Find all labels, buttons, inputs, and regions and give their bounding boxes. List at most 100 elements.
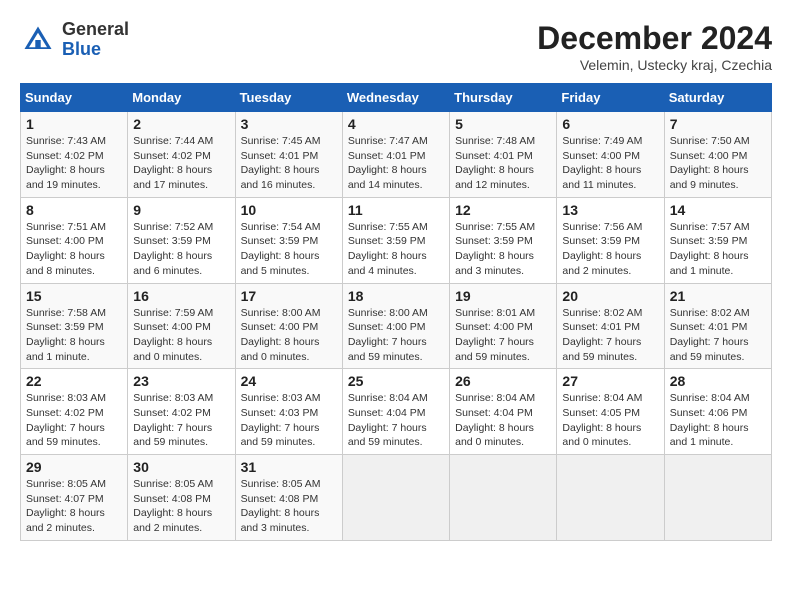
day-detail: Sunrise: 7:45 AM Sunset: 4:01 PM Dayligh… [241, 134, 337, 193]
title-area: December 2024 Velemin, Ustecky kraj, Cze… [537, 20, 772, 73]
day-number: 2 [133, 116, 229, 132]
day-detail: Sunrise: 8:00 AM Sunset: 4:00 PM Dayligh… [348, 306, 444, 365]
day-number: 29 [26, 459, 122, 475]
day-number: 15 [26, 288, 122, 304]
day-number: 22 [26, 373, 122, 389]
day-detail: Sunrise: 7:51 AM Sunset: 4:00 PM Dayligh… [26, 220, 122, 279]
calendar-table: SundayMondayTuesdayWednesdayThursdayFrid… [20, 83, 772, 541]
day-number: 9 [133, 202, 229, 218]
day-detail: Sunrise: 7:48 AM Sunset: 4:01 PM Dayligh… [455, 134, 551, 193]
day-number: 8 [26, 202, 122, 218]
weekday-header-wednesday: Wednesday [342, 84, 449, 112]
calendar-cell: 19 Sunrise: 8:01 AM Sunset: 4:00 PM Dayl… [450, 283, 557, 369]
calendar-week-5: 29 Sunrise: 8:05 AM Sunset: 4:07 PM Dayl… [21, 455, 772, 541]
day-number: 18 [348, 288, 444, 304]
day-detail: Sunrise: 8:05 AM Sunset: 4:07 PM Dayligh… [26, 477, 122, 536]
day-detail: Sunrise: 8:03 AM Sunset: 4:03 PM Dayligh… [241, 391, 337, 450]
day-number: 6 [562, 116, 658, 132]
day-detail: Sunrise: 7:47 AM Sunset: 4:01 PM Dayligh… [348, 134, 444, 193]
weekday-header-tuesday: Tuesday [235, 84, 342, 112]
day-detail: Sunrise: 8:05 AM Sunset: 4:08 PM Dayligh… [133, 477, 229, 536]
day-detail: Sunrise: 8:04 AM Sunset: 4:05 PM Dayligh… [562, 391, 658, 450]
calendar-cell: 27 Sunrise: 8:04 AM Sunset: 4:05 PM Dayl… [557, 369, 664, 455]
day-number: 14 [670, 202, 766, 218]
day-detail: Sunrise: 7:50 AM Sunset: 4:00 PM Dayligh… [670, 134, 766, 193]
calendar-cell: 4 Sunrise: 7:47 AM Sunset: 4:01 PM Dayli… [342, 112, 449, 198]
calendar-cell: 10 Sunrise: 7:54 AM Sunset: 3:59 PM Dayl… [235, 197, 342, 283]
day-number: 20 [562, 288, 658, 304]
day-detail: Sunrise: 8:02 AM Sunset: 4:01 PM Dayligh… [670, 306, 766, 365]
day-number: 21 [670, 288, 766, 304]
day-detail: Sunrise: 8:02 AM Sunset: 4:01 PM Dayligh… [562, 306, 658, 365]
day-detail: Sunrise: 7:52 AM Sunset: 3:59 PM Dayligh… [133, 220, 229, 279]
calendar-cell [342, 455, 449, 541]
calendar-cell: 9 Sunrise: 7:52 AM Sunset: 3:59 PM Dayli… [128, 197, 235, 283]
logo-icon [20, 22, 56, 58]
calendar-cell: 20 Sunrise: 8:02 AM Sunset: 4:01 PM Dayl… [557, 283, 664, 369]
day-number: 17 [241, 288, 337, 304]
logo: General Blue [20, 20, 129, 60]
calendar-cell [450, 455, 557, 541]
day-detail: Sunrise: 7:55 AM Sunset: 3:59 PM Dayligh… [455, 220, 551, 279]
day-number: 23 [133, 373, 229, 389]
day-number: 19 [455, 288, 551, 304]
calendar-cell: 29 Sunrise: 8:05 AM Sunset: 4:07 PM Dayl… [21, 455, 128, 541]
weekday-header-thursday: Thursday [450, 84, 557, 112]
calendar-cell: 14 Sunrise: 7:57 AM Sunset: 3:59 PM Dayl… [664, 197, 771, 283]
calendar-cell: 5 Sunrise: 7:48 AM Sunset: 4:01 PM Dayli… [450, 112, 557, 198]
calendar-cell: 1 Sunrise: 7:43 AM Sunset: 4:02 PM Dayli… [21, 112, 128, 198]
day-detail: Sunrise: 7:54 AM Sunset: 3:59 PM Dayligh… [241, 220, 337, 279]
calendar-cell: 12 Sunrise: 7:55 AM Sunset: 3:59 PM Dayl… [450, 197, 557, 283]
calendar-cell: 24 Sunrise: 8:03 AM Sunset: 4:03 PM Dayl… [235, 369, 342, 455]
day-number: 31 [241, 459, 337, 475]
calendar-cell: 22 Sunrise: 8:03 AM Sunset: 4:02 PM Dayl… [21, 369, 128, 455]
day-detail: Sunrise: 8:04 AM Sunset: 4:06 PM Dayligh… [670, 391, 766, 450]
calendar-week-2: 8 Sunrise: 7:51 AM Sunset: 4:00 PM Dayli… [21, 197, 772, 283]
calendar-cell [664, 455, 771, 541]
calendar-cell: 6 Sunrise: 7:49 AM Sunset: 4:00 PM Dayli… [557, 112, 664, 198]
month-title: December 2024 [537, 20, 772, 57]
calendar-cell: 17 Sunrise: 8:00 AM Sunset: 4:00 PM Dayl… [235, 283, 342, 369]
day-detail: Sunrise: 7:44 AM Sunset: 4:02 PM Dayligh… [133, 134, 229, 193]
location: Velemin, Ustecky kraj, Czechia [537, 57, 772, 73]
calendar-cell: 7 Sunrise: 7:50 AM Sunset: 4:00 PM Dayli… [664, 112, 771, 198]
calendar-week-3: 15 Sunrise: 7:58 AM Sunset: 3:59 PM Dayl… [21, 283, 772, 369]
calendar-week-1: 1 Sunrise: 7:43 AM Sunset: 4:02 PM Dayli… [21, 112, 772, 198]
day-detail: Sunrise: 7:49 AM Sunset: 4:00 PM Dayligh… [562, 134, 658, 193]
day-number: 26 [455, 373, 551, 389]
weekday-header-friday: Friday [557, 84, 664, 112]
calendar-cell: 31 Sunrise: 8:05 AM Sunset: 4:08 PM Dayl… [235, 455, 342, 541]
weekday-header-saturday: Saturday [664, 84, 771, 112]
page-header: General Blue December 2024 Velemin, Uste… [20, 20, 772, 73]
logo-general: General [62, 19, 129, 39]
logo-text: General Blue [62, 20, 129, 60]
day-detail: Sunrise: 8:03 AM Sunset: 4:02 PM Dayligh… [26, 391, 122, 450]
day-number: 5 [455, 116, 551, 132]
calendar-cell: 11 Sunrise: 7:55 AM Sunset: 3:59 PM Dayl… [342, 197, 449, 283]
day-number: 25 [348, 373, 444, 389]
day-number: 10 [241, 202, 337, 218]
calendar-cell: 26 Sunrise: 8:04 AM Sunset: 4:04 PM Dayl… [450, 369, 557, 455]
day-number: 4 [348, 116, 444, 132]
day-detail: Sunrise: 7:56 AM Sunset: 3:59 PM Dayligh… [562, 220, 658, 279]
calendar-cell: 25 Sunrise: 8:04 AM Sunset: 4:04 PM Dayl… [342, 369, 449, 455]
day-number: 3 [241, 116, 337, 132]
day-number: 30 [133, 459, 229, 475]
calendar-cell: 13 Sunrise: 7:56 AM Sunset: 3:59 PM Dayl… [557, 197, 664, 283]
day-number: 16 [133, 288, 229, 304]
logo-blue: Blue [62, 39, 101, 59]
day-detail: Sunrise: 8:03 AM Sunset: 4:02 PM Dayligh… [133, 391, 229, 450]
calendar-week-4: 22 Sunrise: 8:03 AM Sunset: 4:02 PM Dayl… [21, 369, 772, 455]
weekday-header-row: SundayMondayTuesdayWednesdayThursdayFrid… [21, 84, 772, 112]
day-detail: Sunrise: 7:57 AM Sunset: 3:59 PM Dayligh… [670, 220, 766, 279]
calendar-cell: 23 Sunrise: 8:03 AM Sunset: 4:02 PM Dayl… [128, 369, 235, 455]
day-detail: Sunrise: 7:58 AM Sunset: 3:59 PM Dayligh… [26, 306, 122, 365]
weekday-header-monday: Monday [128, 84, 235, 112]
calendar-cell: 3 Sunrise: 7:45 AM Sunset: 4:01 PM Dayli… [235, 112, 342, 198]
calendar-cell [557, 455, 664, 541]
calendar-cell: 18 Sunrise: 8:00 AM Sunset: 4:00 PM Dayl… [342, 283, 449, 369]
day-number: 11 [348, 202, 444, 218]
day-number: 12 [455, 202, 551, 218]
day-detail: Sunrise: 8:01 AM Sunset: 4:00 PM Dayligh… [455, 306, 551, 365]
day-detail: Sunrise: 7:55 AM Sunset: 3:59 PM Dayligh… [348, 220, 444, 279]
